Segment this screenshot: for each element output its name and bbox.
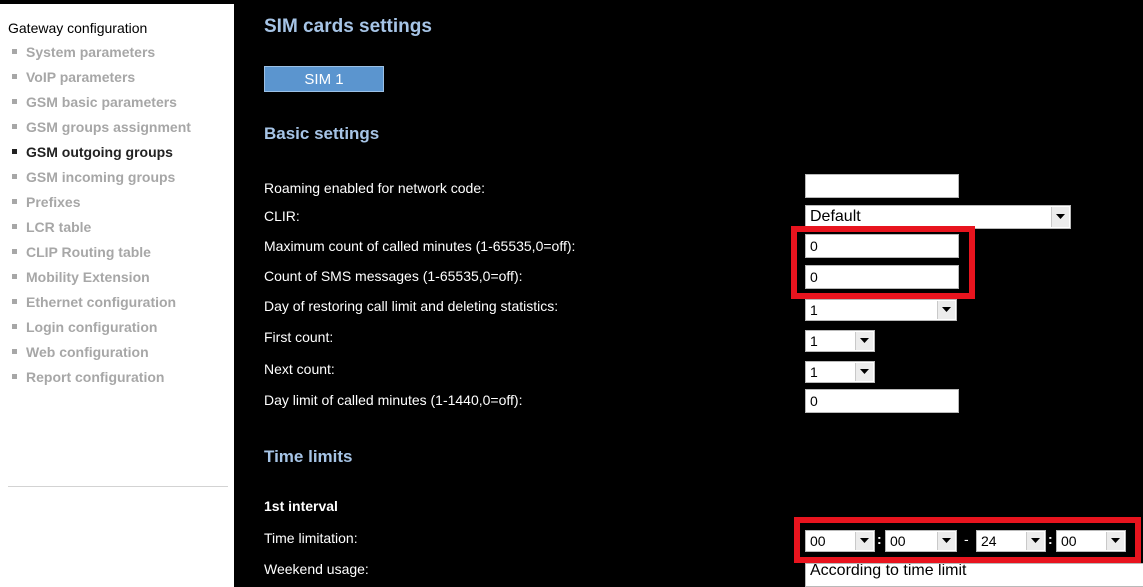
clir-label: CLIR: xyxy=(264,208,300,224)
sidebar-item-web-configuration[interactable]: Web configuration xyxy=(0,344,226,361)
end-hour-select[interactable]: 24 xyxy=(976,530,1046,552)
sidebar-item-gsm-outgoing-groups[interactable]: GSM outgoing groups xyxy=(0,144,226,161)
sidebar-item-label: LCR table xyxy=(26,219,92,235)
first-count-select[interactable]: 1 xyxy=(805,330,875,352)
max-minutes-label: Maximum count of called minutes (1-65535… xyxy=(264,238,576,254)
bullet-icon xyxy=(12,99,17,104)
bullet-icon xyxy=(12,224,17,229)
roaming-input[interactable] xyxy=(805,174,959,198)
bullet-icon xyxy=(12,124,17,129)
page-title: SIM cards settings xyxy=(264,16,432,37)
sidebar-top-bar xyxy=(0,0,234,4)
chevron-down-icon xyxy=(1051,207,1069,227)
basic-settings-heading: Basic settings xyxy=(264,124,380,143)
bullet-icon xyxy=(12,274,17,279)
sidebar-item-login-configuration[interactable]: Login configuration xyxy=(0,319,226,336)
sidebar-item-mobility-extension[interactable]: Mobility Extension xyxy=(0,269,226,286)
sidebar-item-label: Web configuration xyxy=(26,344,149,360)
clir-select-value: Default xyxy=(810,208,861,225)
restore-day-value: 1 xyxy=(810,302,818,318)
interval-label: 1st interval xyxy=(264,498,338,514)
bullet-icon xyxy=(12,174,17,179)
sidebar-item-prefixes[interactable]: Prefixes xyxy=(0,194,226,211)
chevron-down-icon xyxy=(855,532,873,550)
time-limits-heading: Time limits xyxy=(264,447,353,466)
sidebar-menu: System parameters VoIP parameters GSM ba… xyxy=(0,44,234,394)
sidebar-item-label: CLIP Routing table xyxy=(26,244,151,260)
first-count-value: 1 xyxy=(810,333,818,349)
chevron-down-icon xyxy=(855,332,873,350)
sidebar-item-label: Login configuration xyxy=(26,319,158,335)
sidebar-item-label: GSM basic parameters xyxy=(26,94,177,110)
sidebar-item-label: GSM incoming groups xyxy=(26,169,176,185)
day-limit-label: Day limit of called minutes (1-1440,0=of… xyxy=(264,392,523,408)
bullet-icon xyxy=(12,349,17,354)
roaming-label: Roaming enabled for network code: xyxy=(264,180,486,196)
weekend-usage-select[interactable]: According to time limit xyxy=(805,563,1143,587)
bullet-icon xyxy=(12,149,17,154)
sidebar-item-ethernet-configuration[interactable]: Ethernet configuration xyxy=(0,294,226,311)
end-minute-value: 00 xyxy=(1061,533,1077,549)
sidebar-item-label: Report configuration xyxy=(26,369,165,385)
sidebar-item-label: Mobility Extension xyxy=(26,269,150,285)
time-colon-separator: : xyxy=(877,531,882,547)
next-count-value: 1 xyxy=(810,364,818,380)
main-panel: SIM cards settings SIM 1 Basic settings … xyxy=(234,0,1143,587)
sidebar-item-system-parameters[interactable]: System parameters xyxy=(0,44,226,61)
day-limit-input[interactable]: 0 xyxy=(805,389,959,413)
sms-count-label: Count of SMS messages (1-65535,0=off): xyxy=(264,268,523,284)
weekend-usage-label: Weekend usage: xyxy=(264,561,369,577)
bullet-icon xyxy=(12,299,17,304)
chevron-down-icon xyxy=(937,532,955,550)
sidebar-item-lcr-table[interactable]: LCR table xyxy=(0,219,226,236)
chevron-down-icon xyxy=(1106,532,1124,550)
sidebar-item-label: System parameters xyxy=(26,44,156,60)
bullet-icon xyxy=(12,374,17,379)
sidebar-item-report-configuration[interactable]: Report configuration xyxy=(0,369,226,386)
bullet-icon xyxy=(12,74,17,79)
time-limitation-label: Time limitation: xyxy=(264,530,358,546)
sidebar-item-gsm-groups-assignment[interactable]: GSM groups assignment xyxy=(0,119,226,136)
sidebar-item-gsm-incoming-groups[interactable]: GSM incoming groups xyxy=(0,169,226,186)
sidebar: Gateway configuration System parameters … xyxy=(0,0,234,587)
next-count-label: Next count: xyxy=(264,361,335,377)
next-count-select[interactable]: 1 xyxy=(805,361,875,383)
bullet-icon xyxy=(12,249,17,254)
sms-count-input[interactable]: 0 xyxy=(805,265,959,289)
sidebar-item-label: Prefixes xyxy=(26,194,81,210)
sidebar-item-clip-routing-table[interactable]: CLIP Routing table xyxy=(0,244,226,261)
bullet-icon xyxy=(12,199,17,204)
weekend-usage-value: According to time limit xyxy=(810,563,967,579)
sidebar-item-voip-parameters[interactable]: VoIP parameters xyxy=(0,69,226,86)
max-minutes-input[interactable]: 0 xyxy=(805,234,959,258)
sidebar-divider xyxy=(8,486,228,487)
bullet-icon xyxy=(12,324,17,329)
chevron-down-icon xyxy=(1026,532,1044,550)
end-minute-select[interactable]: 00 xyxy=(1056,530,1126,552)
start-hour-value: 00 xyxy=(810,533,826,549)
time-range-dash: - xyxy=(964,531,969,547)
sidebar-title: Gateway configuration xyxy=(8,20,148,36)
chevron-down-icon xyxy=(855,363,873,381)
start-minute-value: 00 xyxy=(890,533,906,549)
clir-select[interactable]: Default xyxy=(805,205,1071,229)
sidebar-item-label: VoIP parameters xyxy=(26,69,136,85)
start-hour-select[interactable]: 00 xyxy=(805,530,875,552)
first-count-label: First count: xyxy=(264,329,334,345)
restore-day-label: Day of restoring call limit and deleting… xyxy=(264,298,559,314)
time-colon-separator: : xyxy=(1048,531,1053,547)
tab-sim-1[interactable]: SIM 1 xyxy=(264,66,384,92)
sidebar-item-label: GSM groups assignment xyxy=(26,119,191,135)
sidebar-item-gsm-basic-parameters[interactable]: GSM basic parameters xyxy=(0,94,226,111)
bullet-icon xyxy=(12,49,17,54)
start-minute-select[interactable]: 00 xyxy=(885,530,957,552)
end-hour-value: 24 xyxy=(981,533,997,549)
sidebar-item-label: Ethernet configuration xyxy=(26,294,177,310)
restore-day-select[interactable]: 1 xyxy=(805,299,957,321)
sidebar-item-label: GSM outgoing groups xyxy=(26,144,173,160)
chevron-down-icon xyxy=(937,301,955,319)
